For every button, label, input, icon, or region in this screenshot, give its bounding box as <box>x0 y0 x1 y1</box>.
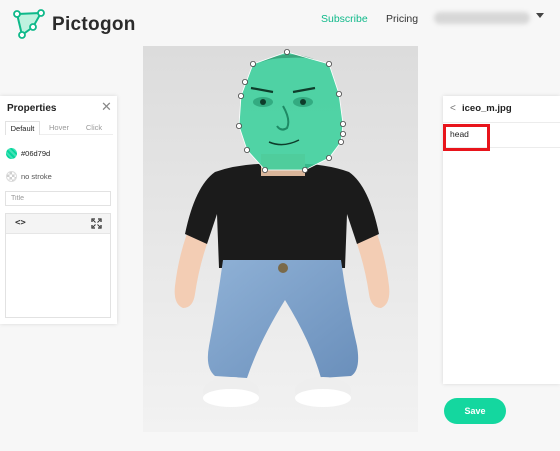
stroke-label: no stroke <box>21 172 52 181</box>
tab-click[interactable]: Click <box>77 121 111 135</box>
code-toolbar: <> <box>6 214 110 234</box>
code-icon[interactable]: <> <box>15 218 26 228</box>
nav-subscribe-link[interactable]: Subscribe <box>321 13 368 25</box>
close-icon[interactable]: ✕ <box>101 99 112 115</box>
chevron-left-icon[interactable]: < <box>450 103 456 114</box>
properties-panel: Properties ✕ Default Hover Click #06d79d… <box>0 96 117 324</box>
doll-photo <box>143 46 418 432</box>
properties-title: Properties <box>7 103 57 114</box>
annotation-highlight-box <box>443 124 490 151</box>
expand-icon[interactable] <box>91 218 102 229</box>
tab-default[interactable]: Default <box>5 121 40 135</box>
top-bar: Pictogon Subscribe Pricing <box>0 0 560 46</box>
state-tabs: Default Hover Click <box>5 121 113 135</box>
image-canvas[interactable] <box>143 46 418 432</box>
file-name: iceo_m.jpg <box>462 103 512 114</box>
fill-swatch <box>6 148 17 159</box>
stroke-swatch <box>6 171 17 182</box>
pictogon-logo-icon[interactable] <box>12 9 46 41</box>
account-name-redacted <box>434 12 530 24</box>
fill-color-label: #06d79d <box>21 149 51 158</box>
nav-pricing-link[interactable]: Pricing <box>386 13 418 25</box>
account-menu[interactable] <box>434 10 544 26</box>
code-editor[interactable]: <> <box>5 213 111 318</box>
save-button[interactable]: Save <box>444 398 506 424</box>
tab-hover[interactable]: Hover <box>42 121 76 135</box>
brand-name[interactable]: Pictogon <box>52 14 136 36</box>
chevron-down-icon <box>536 13 544 18</box>
title-input[interactable] <box>5 191 111 206</box>
